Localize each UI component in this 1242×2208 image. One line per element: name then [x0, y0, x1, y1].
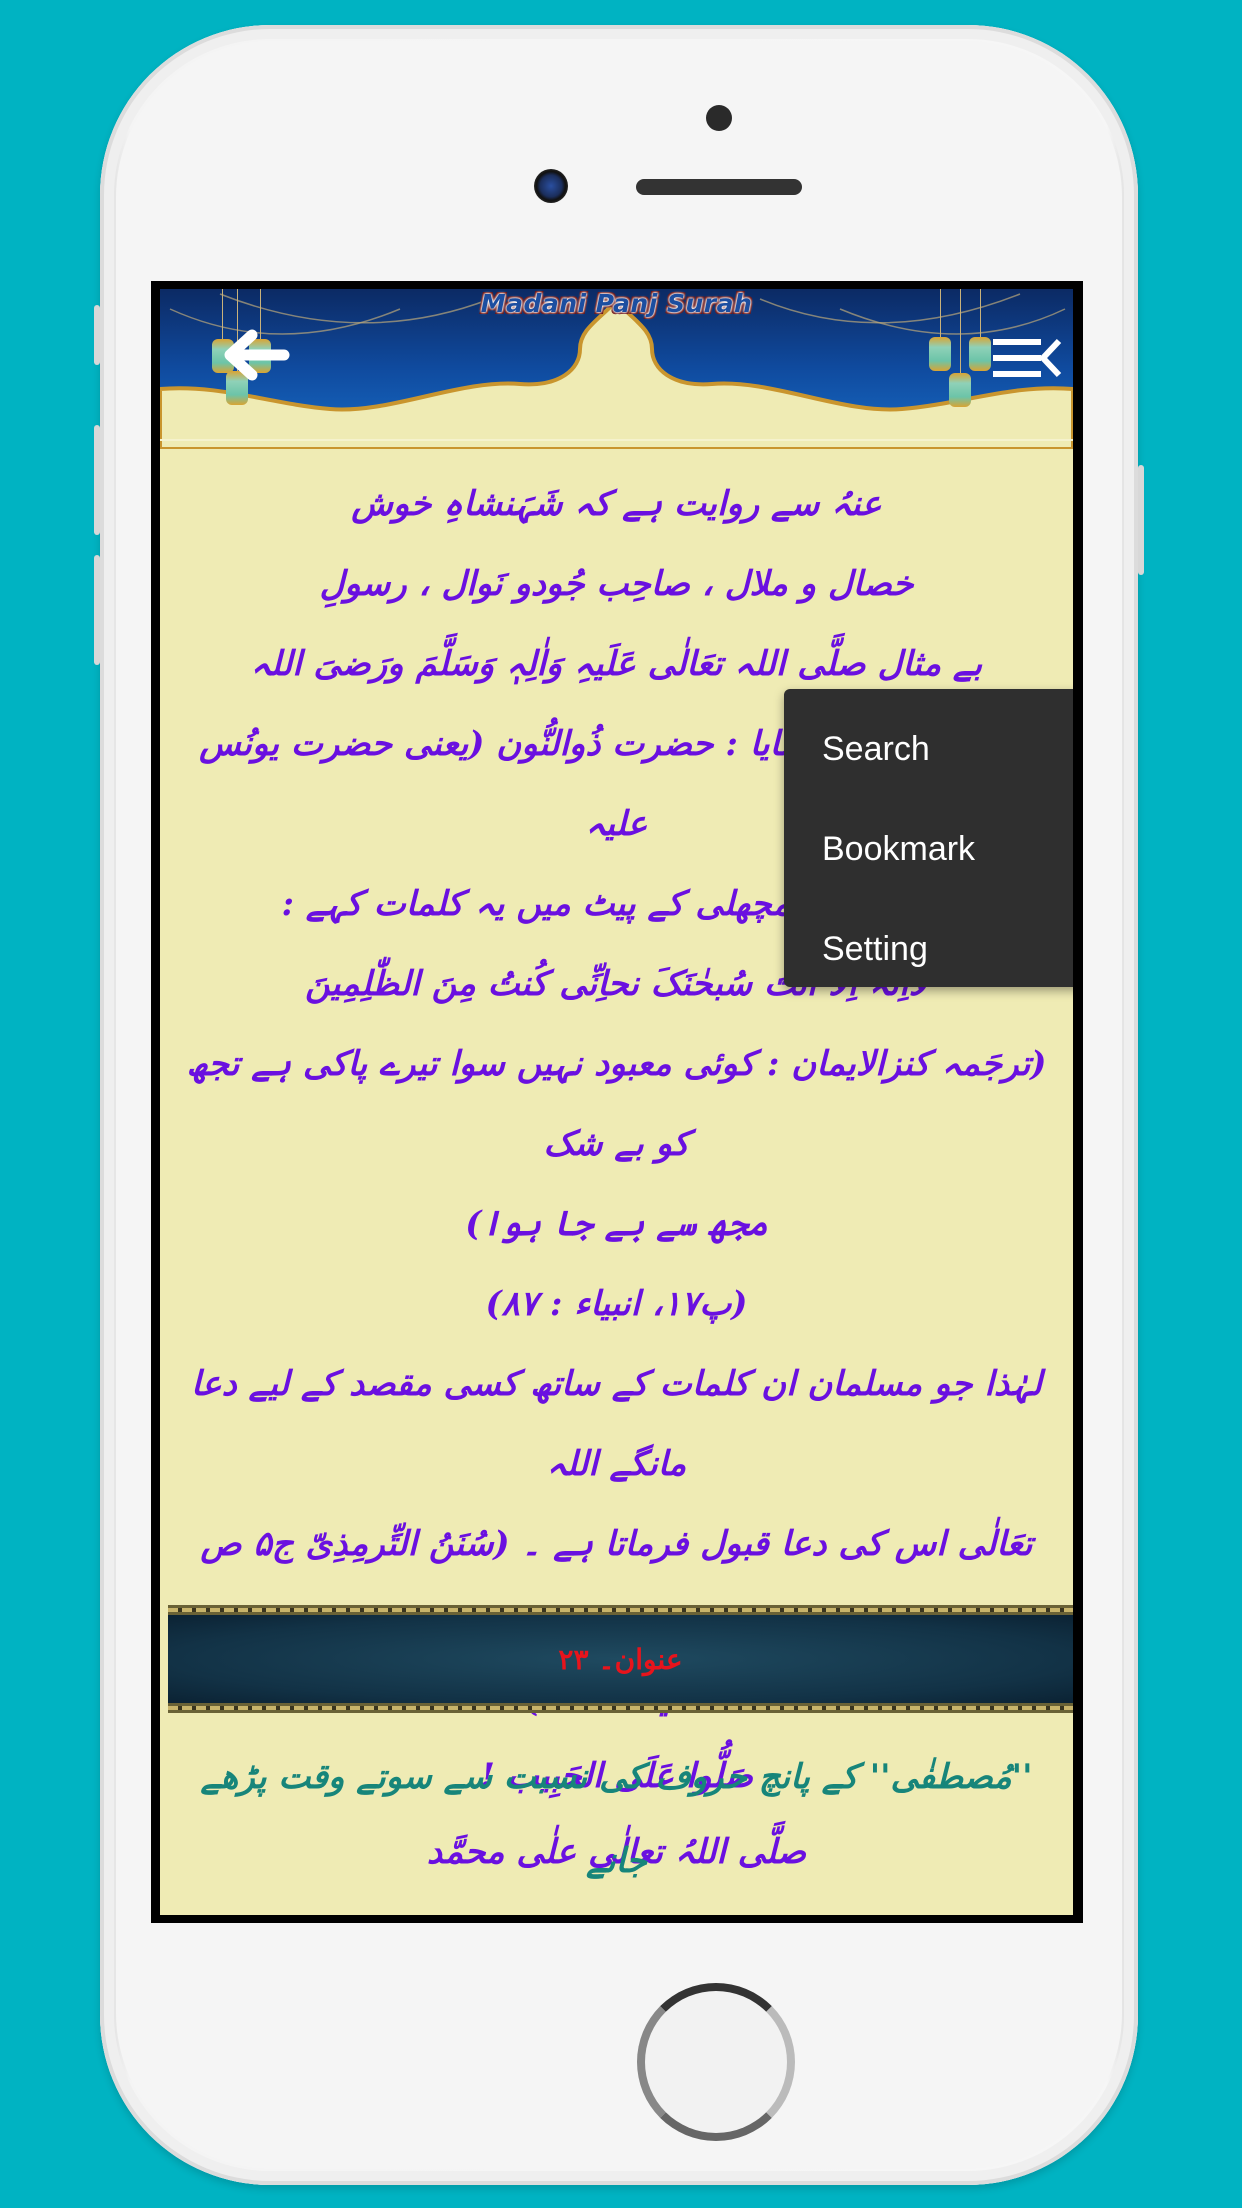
proximity-sensor [706, 105, 732, 131]
text-line: مجھ سے بے جا ہوا) [465, 1204, 768, 1244]
text-line: (پ۱۷، انبیاء : ۸۷) [485, 1284, 748, 1324]
text-line: عنہُ سے روایت ہے کہ شَہَنشاہِ خوش [351, 484, 882, 524]
arrow-left-icon [224, 329, 290, 381]
mute-switch [94, 305, 100, 365]
volume-up-button [94, 425, 100, 535]
home-button[interactable] [637, 1983, 795, 2141]
menu-item-setting[interactable]: Setting [784, 899, 1073, 999]
subtitle-line: والے 5 وظائف [170, 1903, 1063, 1915]
header-divider [160, 439, 1073, 441]
section-header: عنوان۔ ۲۳ [168, 1605, 1073, 1713]
text-line: خصال و ملال ، صاحِب جُودو نَوال ، رسولِ [319, 564, 914, 604]
earpiece-speaker [636, 179, 802, 195]
lantern-decoration [949, 373, 971, 407]
text-line: لہٰذا جو مسلمان ان کلمات کے ساتھ کسی مقص… [191, 1364, 1042, 1484]
header-banner: Madani Panj Surah [160, 289, 1073, 449]
back-button[interactable] [220, 327, 290, 383]
volume-down-button [94, 555, 100, 665]
power-button [1138, 465, 1144, 575]
menu-collapse-icon [993, 338, 1062, 378]
app-screen: Madani Panj Surah عنہُ سے روایت ہے کہ شَ… [151, 281, 1083, 1923]
lantern-decoration [929, 337, 951, 371]
overflow-menu: Search Bookmark Setting [784, 689, 1073, 987]
subtitle-line: ''مُصطفٰی'' کے پانچ حروف کی نسبت سے سوتے… [200, 1757, 1033, 1881]
section-subtitle: ''مُصطفٰی'' کے پانچ حروف کی نسبت سے سوتے… [170, 1735, 1063, 1915]
section-title: عنوان۔ ۲۳ [558, 1642, 683, 1676]
menu-button[interactable] [991, 335, 1063, 381]
menu-item-bookmark[interactable]: Bookmark [784, 799, 1073, 899]
lantern-decoration [969, 337, 991, 371]
front-camera [534, 169, 568, 203]
screen-content: Madani Panj Surah عنہُ سے روایت ہے کہ شَ… [160, 289, 1073, 1915]
app-title: Madani Panj Surah [480, 289, 753, 318]
text-line: (ترجَمہ کنزالایمان : کوئی معبود نہیں سوا… [186, 1044, 1047, 1164]
menu-item-search[interactable]: Search [784, 699, 1073, 799]
